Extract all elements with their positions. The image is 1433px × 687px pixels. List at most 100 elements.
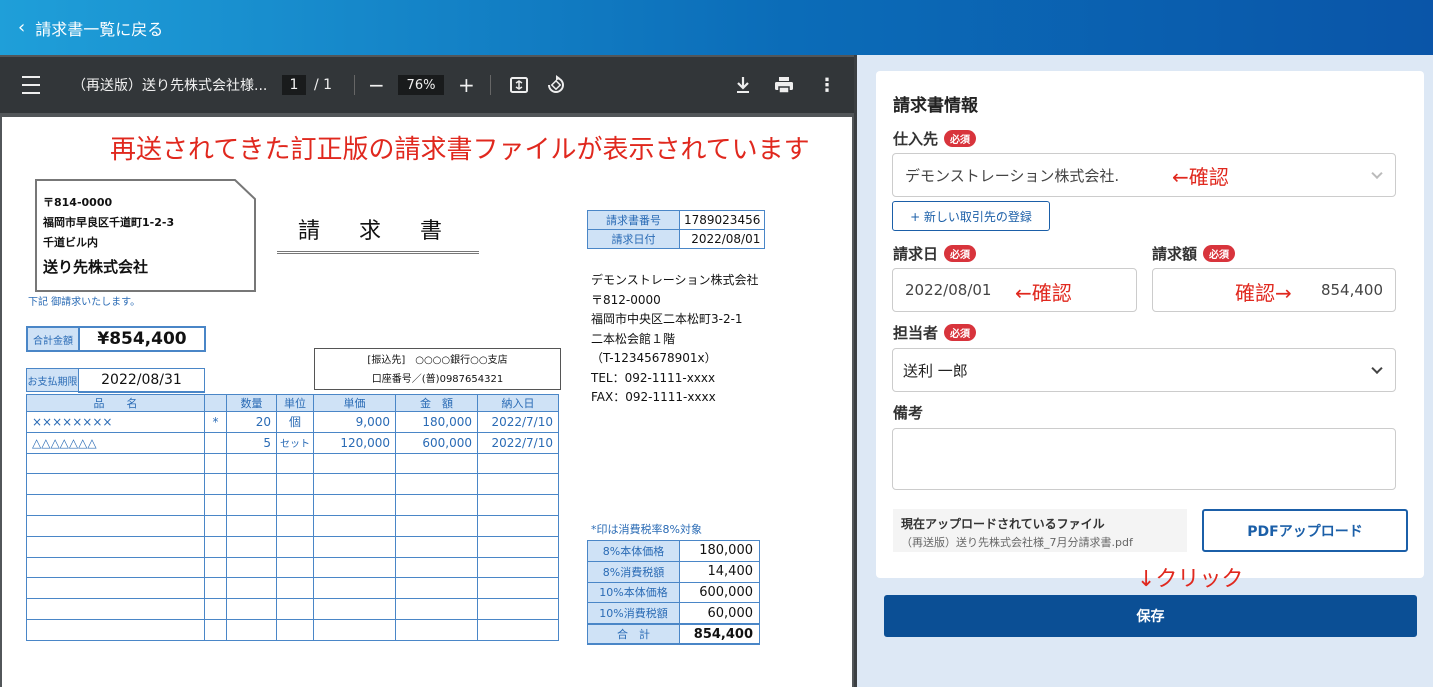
memo-textarea[interactable] [892, 428, 1396, 490]
rotate-icon[interactable] [546, 57, 566, 113]
person-select[interactable]: 送利 一郎 [892, 348, 1396, 392]
download-icon[interactable] [735, 57, 751, 113]
page-total: / 1 [314, 77, 333, 93]
meta-value: 1789023456 [678, 210, 766, 230]
invoice-date-label: 請求日 必須 [893, 243, 977, 264]
table-row: 8%消費税額 14,400 [587, 560, 760, 583]
chevron-down-icon [1371, 167, 1383, 180]
pdf-file-title: （再送版）送り先株式会社様... [72, 78, 268, 94]
tax-value: 14,400 [679, 560, 760, 583]
table-row [26, 618, 559, 641]
save-button[interactable]: 保存 [884, 595, 1417, 637]
item-price: 9,000 [313, 411, 396, 433]
invoice-amount-value: 854,400 [1320, 281, 1383, 299]
pdf-toolbar: （再送版）送り先株式会社様... 1 / 1 − 76% + ⋮ [0, 57, 854, 113]
tax-label: 8%消費税額 [587, 560, 680, 583]
required-badge: 必須 [944, 324, 977, 341]
item-qty: 5 [226, 431, 277, 454]
table-row [26, 452, 559, 475]
table-row [26, 598, 559, 620]
item-price: 120,000 [313, 431, 396, 454]
meta-label: 請求日付 [587, 229, 680, 249]
supplier-label: 仕入先 必須 [893, 128, 977, 149]
print-icon[interactable] [774, 57, 794, 113]
item-name: ×××××××× [26, 411, 205, 433]
fit-page-icon[interactable] [509, 57, 529, 113]
tax-label: 10%消費税額 [587, 602, 680, 625]
sender-line: （T-12345678901x） [591, 351, 717, 365]
zoom-out-icon[interactable]: − [368, 57, 385, 113]
due-value: 2022/08/31 [78, 368, 205, 393]
table-row: ×××××××× * 20 個 9,000 180,000 2022/7/10 [26, 411, 559, 433]
tax-mark [204, 431, 227, 454]
pdf-viewer: （再送版）送り先株式会社様... 1 / 1 − 76% + ⋮ 再送されてきた… [0, 55, 857, 687]
table-row: 合 計 854,400 [587, 622, 760, 646]
tax-total-label: 合 計 [587, 622, 680, 646]
supplier-select[interactable]: デモンストレーション株式会社. [892, 153, 1396, 197]
menu-icon[interactable] [20, 57, 42, 113]
back-chevron-icon[interactable]: ‹ [18, 17, 25, 38]
table-row [26, 535, 559, 558]
annotation-note: 再送されてきた訂正版の請求書ファイルが表示されています [110, 135, 810, 165]
item-unit: 個 [276, 411, 314, 433]
zoom-input[interactable]: 76% [398, 75, 444, 95]
item-amount: 180,000 [395, 411, 478, 433]
total-amount-table: 合計金額 ¥854,400 [26, 326, 206, 352]
item-amount: 600,000 [395, 431, 478, 454]
table-row: 請求書番号 1789023456 [587, 210, 766, 230]
invoice-amount-label-text: 請求額 [1152, 245, 1198, 263]
table-row: 10%消費税額 60,000 [587, 602, 760, 625]
column-header: 数量 [226, 394, 277, 412]
item-qty: 20 [226, 411, 277, 433]
column-header: 納入日 [477, 394, 559, 412]
supplier-label-text: 仕入先 [893, 130, 939, 148]
greeting-text: 下記 御請求いたします。 [28, 297, 141, 308]
current-file-title: 現在アップロードされているファイル [901, 517, 1105, 531]
person-value: 送利 一郎 [903, 361, 968, 380]
table-row: 合計金額 ¥854,400 [26, 326, 206, 352]
confirm-annotation: ←確認 [1172, 165, 1229, 189]
recipient-address-label: 〒814-0000 福岡市早良区千道町1-2-3 千道ビル内 送り先株式会社 [35, 179, 256, 292]
invoice-date-label-text: 請求日 [893, 245, 939, 263]
bank-line: [振込先] ○○○○銀行○○支店 [367, 355, 508, 366]
document-title: 請 求 書 [277, 213, 479, 254]
tax-value: 60,000 [679, 602, 760, 625]
current-file-info: 現在アップロードされているファイル （再送版）送り先株式会社様_7月分請求書.p… [893, 509, 1187, 552]
tax-summary-table: 8%本体価格 180,000 8%消費税額 14,400 10%本体価格 600… [587, 540, 760, 646]
column-header [204, 394, 227, 412]
required-badge: 必須 [1203, 245, 1236, 262]
invoice-amount-label: 請求額 必須 [1152, 243, 1236, 264]
supplier-value: デモンストレーション株式会社. [905, 166, 1120, 185]
toolbar-divider [490, 75, 491, 95]
more-vertical-icon[interactable]: ⋮ [818, 57, 836, 113]
zoom-in-icon[interactable]: + [458, 57, 475, 113]
item-date: 2022/7/10 [477, 431, 559, 454]
due-date-table: お支払期限 2022/08/31 [26, 368, 205, 393]
chevron-down-icon [1371, 362, 1383, 375]
sender-line: 二本松会館１階 [591, 331, 676, 346]
page-indicator: 1 / 1 [282, 57, 332, 113]
due-label: お支払期限 [26, 368, 79, 392]
table-row: 8%本体価格 180,000 [587, 540, 760, 562]
sender-line: 福岡市中央区二本松町3-2-1 [591, 312, 743, 326]
add-partner-button[interactable]: + 新しい取引先の登録 [892, 201, 1050, 231]
page-input[interactable]: 1 [282, 75, 306, 95]
zoom-level: 76% [398, 57, 444, 113]
meta-label: 請求書番号 [587, 210, 680, 230]
pdf-upload-button[interactable]: PDFアップロード [1202, 509, 1408, 552]
person-label: 担当者 必須 [893, 322, 977, 343]
memo-label: 備考 [893, 404, 924, 422]
required-badge: 必須 [944, 245, 977, 262]
required-badge: 必須 [944, 130, 977, 147]
table-row: △△△△△△△ 5 セット 120,000 600,000 2022/7/10 [26, 431, 559, 454]
back-link[interactable]: 請求書一覧に戻る [35, 16, 163, 40]
tax-value: 600,000 [679, 581, 760, 604]
invoice-meta-table: 請求書番号 1789023456 請求日付 2022/08/01 [587, 210, 766, 249]
total-value: ¥854,400 [78, 326, 206, 352]
column-header: 単価 [313, 394, 396, 412]
tax-label: 10%本体価格 [587, 581, 680, 604]
table-row [26, 473, 559, 496]
tax-value: 180,000 [679, 540, 760, 562]
table-row [26, 556, 559, 579]
item-unit: セット [276, 431, 314, 454]
